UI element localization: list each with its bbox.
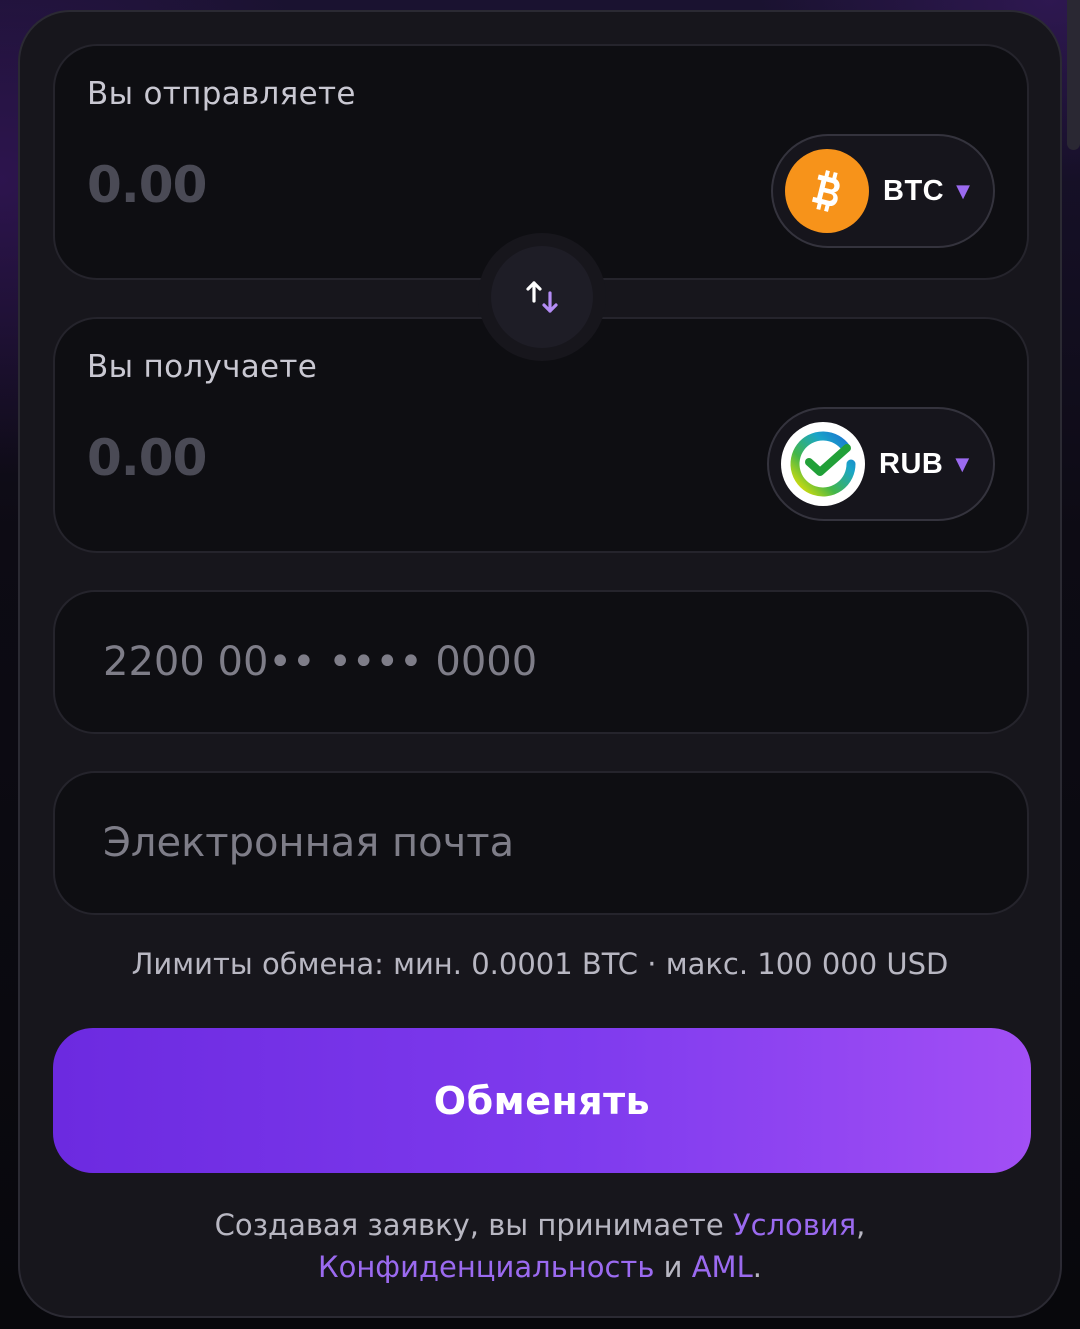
aml-link[interactable]: AML bbox=[692, 1250, 753, 1284]
send-currency-ticker: BTC bbox=[883, 174, 945, 207]
exchange-button[interactable]: Обменять bbox=[53, 1028, 1031, 1173]
chevron-down-icon: ▼ bbox=[955, 453, 970, 475]
swap-ring bbox=[478, 233, 606, 361]
receive-currency-select[interactable]: RUB ▼ bbox=[767, 407, 995, 521]
swap-button[interactable] bbox=[491, 246, 593, 348]
receive-label: Вы получаете bbox=[87, 349, 318, 385]
send-amount[interactable]: 0.00 bbox=[87, 156, 207, 214]
card-number-field bbox=[53, 590, 1029, 734]
terms-link[interactable]: Условия bbox=[733, 1208, 856, 1242]
send-currency-select[interactable]: BTC ▼ bbox=[771, 134, 995, 248]
bitcoin-icon bbox=[785, 149, 869, 233]
terms-period: . bbox=[752, 1250, 762, 1284]
terms-and: и bbox=[654, 1250, 692, 1284]
page-scrollbar[interactable] bbox=[1067, 0, 1080, 150]
email-field bbox=[53, 771, 1029, 915]
card-number-input[interactable] bbox=[103, 592, 983, 732]
receive-amount[interactable]: 0.00 bbox=[87, 429, 207, 487]
privacy-link[interactable]: Конфиденциальность bbox=[318, 1250, 654, 1284]
exchange-card: Вы отправляете 0.00 BTC ▼ Вы получаете 0 bbox=[18, 10, 1062, 1318]
swap-arrows-icon bbox=[526, 281, 558, 313]
terms-comma: , bbox=[856, 1208, 866, 1242]
chevron-down-icon: ▼ bbox=[956, 180, 970, 202]
exchange-limits: Лимиты обмена: мин. 0.0001 BTC · макс. 1… bbox=[131, 947, 949, 981]
terms-notice: Создавая заявку, вы принимаете Условия, … bbox=[20, 1204, 1060, 1288]
email-input[interactable] bbox=[103, 773, 983, 913]
send-label: Вы отправляете bbox=[87, 76, 356, 112]
receive-currency-ticker: RUB bbox=[879, 447, 944, 480]
terms-prefix: Создавая заявку, вы принимаете bbox=[214, 1208, 733, 1242]
sberbank-icon bbox=[781, 422, 865, 506]
